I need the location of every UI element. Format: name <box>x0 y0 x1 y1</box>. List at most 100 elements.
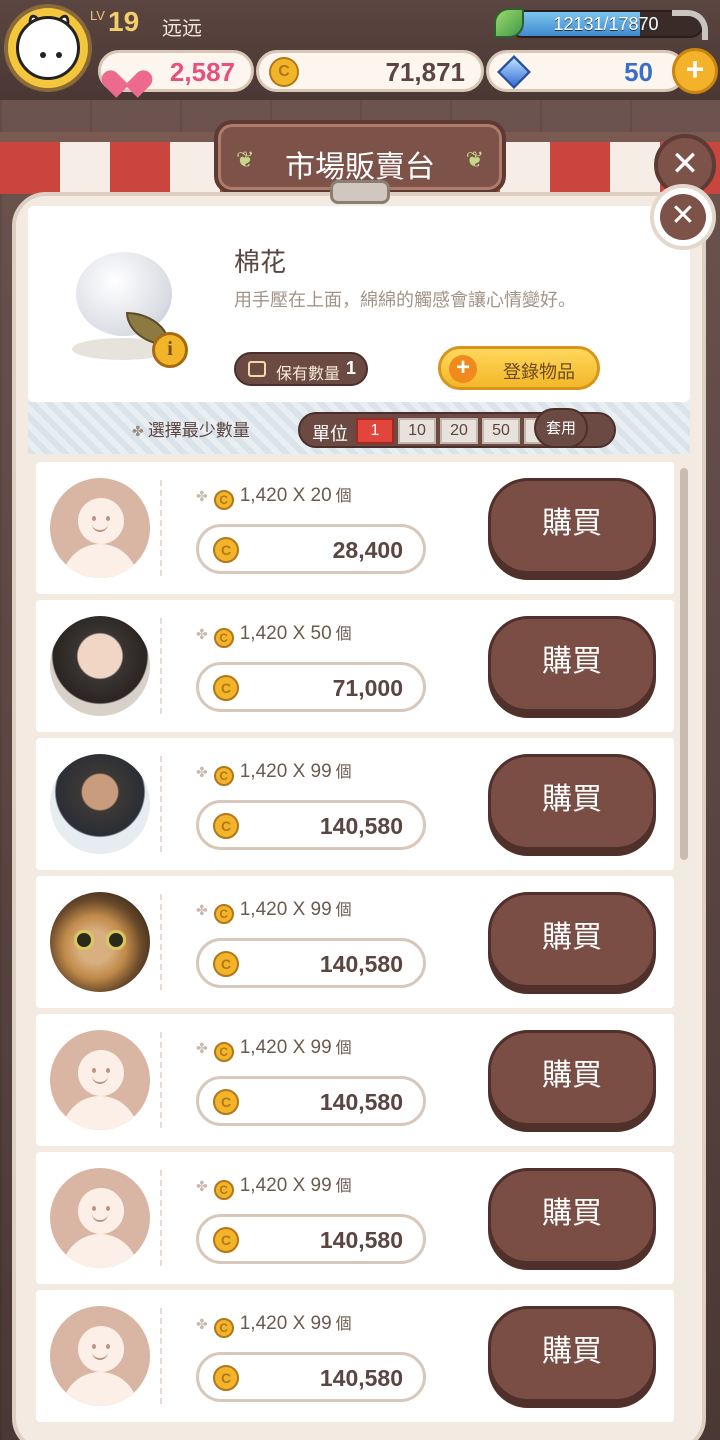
unit-price-line: ✤ C 1,420 X 99 個 <box>196 1172 352 1200</box>
add-gems-button[interactable]: + <box>672 48 718 94</box>
info-icon[interactable]: i <box>152 332 188 368</box>
buy-button[interactable]: 購買 <box>488 616 656 712</box>
listing-quantity: 50 <box>310 623 332 644</box>
banner-clip-icon <box>330 180 390 204</box>
unit-option-10[interactable]: 10 <box>398 418 436 444</box>
divider <box>160 1032 162 1128</box>
total-price: C 140,580 <box>196 1214 426 1264</box>
hearts-counter[interactable]: 2,587 <box>98 50 254 92</box>
rabbit-eye-icon <box>40 52 46 58</box>
owned-label: 保有數量 <box>276 364 341 383</box>
filter-label: ✤ 選擇最少數量 <box>132 421 250 441</box>
register-item-label: 登錄物品 <box>503 362 575 383</box>
heart-icon <box>111 59 143 87</box>
unit-price: 1,420 <box>239 623 288 644</box>
unit-option-50[interactable]: 50 <box>482 418 520 444</box>
unit-suffix: 個 <box>335 1314 352 1333</box>
item-name: 棉花 <box>234 248 287 278</box>
total-price: C 140,580 <box>196 1352 426 1402</box>
listing-row: ✤ C 1,420 X 99 個 C 140,580 購買 <box>36 738 674 870</box>
unit-price-line: ✤ C 1,420 X 50 個 <box>196 620 352 648</box>
coin-icon: C <box>213 628 234 648</box>
seller-avatar[interactable] <box>50 1306 150 1406</box>
unit-price: 1,420 <box>239 899 288 920</box>
coin-icon: C <box>213 766 234 786</box>
listing-row: ✤ C 1,420 X 50 個 C 71,000 購買 <box>36 600 674 732</box>
star-icon: ✤ <box>196 626 208 642</box>
seller-avatar[interactable] <box>50 1030 150 1130</box>
player-name: 远远 <box>162 16 202 40</box>
cotton-item-icon <box>68 242 178 360</box>
close-button[interactable]: ✕ <box>650 184 716 250</box>
buy-button[interactable]: 購買 <box>488 1168 656 1264</box>
unit-price-line: ✤ C 1,420 X 99 個 <box>196 1310 352 1338</box>
times-sign: X <box>292 761 306 782</box>
listing-quantity: 99 <box>310 1313 332 1334</box>
total-price: C 140,580 <box>196 800 426 850</box>
coin-icon: C <box>213 951 239 977</box>
seller-avatar[interactable] <box>50 754 150 854</box>
coin-icon: C <box>213 1089 239 1115</box>
unit-price: 1,420 <box>239 1037 288 1058</box>
times-sign: X <box>292 899 306 920</box>
unit-option-1[interactable]: 1 <box>356 418 394 444</box>
unit-price: 1,420 <box>239 1313 288 1334</box>
unit-label: 單位 <box>312 424 348 445</box>
total-price-value: 140,580 <box>319 813 403 839</box>
gem-icon <box>497 55 531 89</box>
star-icon: ✤ <box>196 764 208 780</box>
item-description: 用手壓在上面，綿綿的觸感會讓心情變好。 <box>234 290 576 311</box>
total-price-value: 140,580 <box>319 1227 403 1253</box>
buy-button[interactable]: 購買 <box>488 754 656 850</box>
unit-price-line: ✤ C 1,420 X 99 個 <box>196 1034 352 1062</box>
seller-avatar[interactable] <box>50 616 150 716</box>
scrollbar[interactable] <box>680 468 688 860</box>
listing-row: ✤ C 1,420 X 99 個 C 140,580 購買 <box>36 1290 674 1422</box>
unit-suffix: 個 <box>335 1176 352 1195</box>
listing-quantity: 99 <box>310 1175 332 1196</box>
coins-value: 71,871 <box>385 57 465 87</box>
seller-avatar[interactable] <box>50 478 150 578</box>
coins-counter[interactable]: C 71,871 <box>256 50 484 92</box>
times-sign: X <box>292 1037 306 1058</box>
player-level: 19 <box>108 6 140 37</box>
unit-price: 1,420 <box>239 761 288 782</box>
unit-suffix: 個 <box>335 624 352 643</box>
player-avatar[interactable] <box>4 4 92 92</box>
buy-button[interactable]: 購買 <box>488 1306 656 1402</box>
listing-row: ✤ C 1,420 X 20 個 C 28,400 購買 <box>36 462 674 594</box>
divider <box>160 618 162 714</box>
gems-counter[interactable]: 50 <box>486 50 686 92</box>
unit-price-line: ✤ C 1,420 X 99 個 <box>196 896 352 924</box>
divider <box>160 1170 162 1266</box>
total-price-value: 140,580 <box>319 1089 403 1115</box>
listing-quantity: 20 <box>310 485 332 506</box>
coin-icon: C <box>269 57 299 87</box>
plus-icon: + <box>449 355 477 383</box>
register-item-button[interactable]: + 登錄物品 <box>438 346 600 390</box>
listing-quantity: 99 <box>310 761 332 782</box>
seller-avatar[interactable] <box>50 1168 150 1268</box>
owned-count: 1 <box>345 358 356 378</box>
seller-avatar[interactable] <box>50 892 150 992</box>
coin-icon: C <box>213 1042 234 1062</box>
divider <box>160 480 162 576</box>
coin-icon: C <box>213 1318 234 1338</box>
unit-price-line: ✤ C 1,420 X 99 個 <box>196 758 352 786</box>
buy-button[interactable]: 購買 <box>488 1030 656 1126</box>
total-price: C 28,400 <box>196 524 426 574</box>
listing-row: ✤ C 1,420 X 99 個 C 140,580 購買 <box>36 876 674 1008</box>
divider <box>160 756 162 852</box>
total-price-value: 71,000 <box>332 675 403 701</box>
apply-button[interactable]: 套用 <box>534 408 588 448</box>
coin-icon: C <box>213 675 239 701</box>
unit-option-20[interactable]: 20 <box>440 418 478 444</box>
hook-icon <box>672 10 708 40</box>
buy-button[interactable]: 購買 <box>488 892 656 988</box>
times-sign: X <box>292 485 306 506</box>
buy-button[interactable]: 購買 <box>488 478 656 574</box>
rabbit-face-icon <box>16 16 80 80</box>
coin-icon: C <box>213 1365 239 1391</box>
level-label: LV <box>90 8 105 23</box>
divider <box>160 1308 162 1404</box>
